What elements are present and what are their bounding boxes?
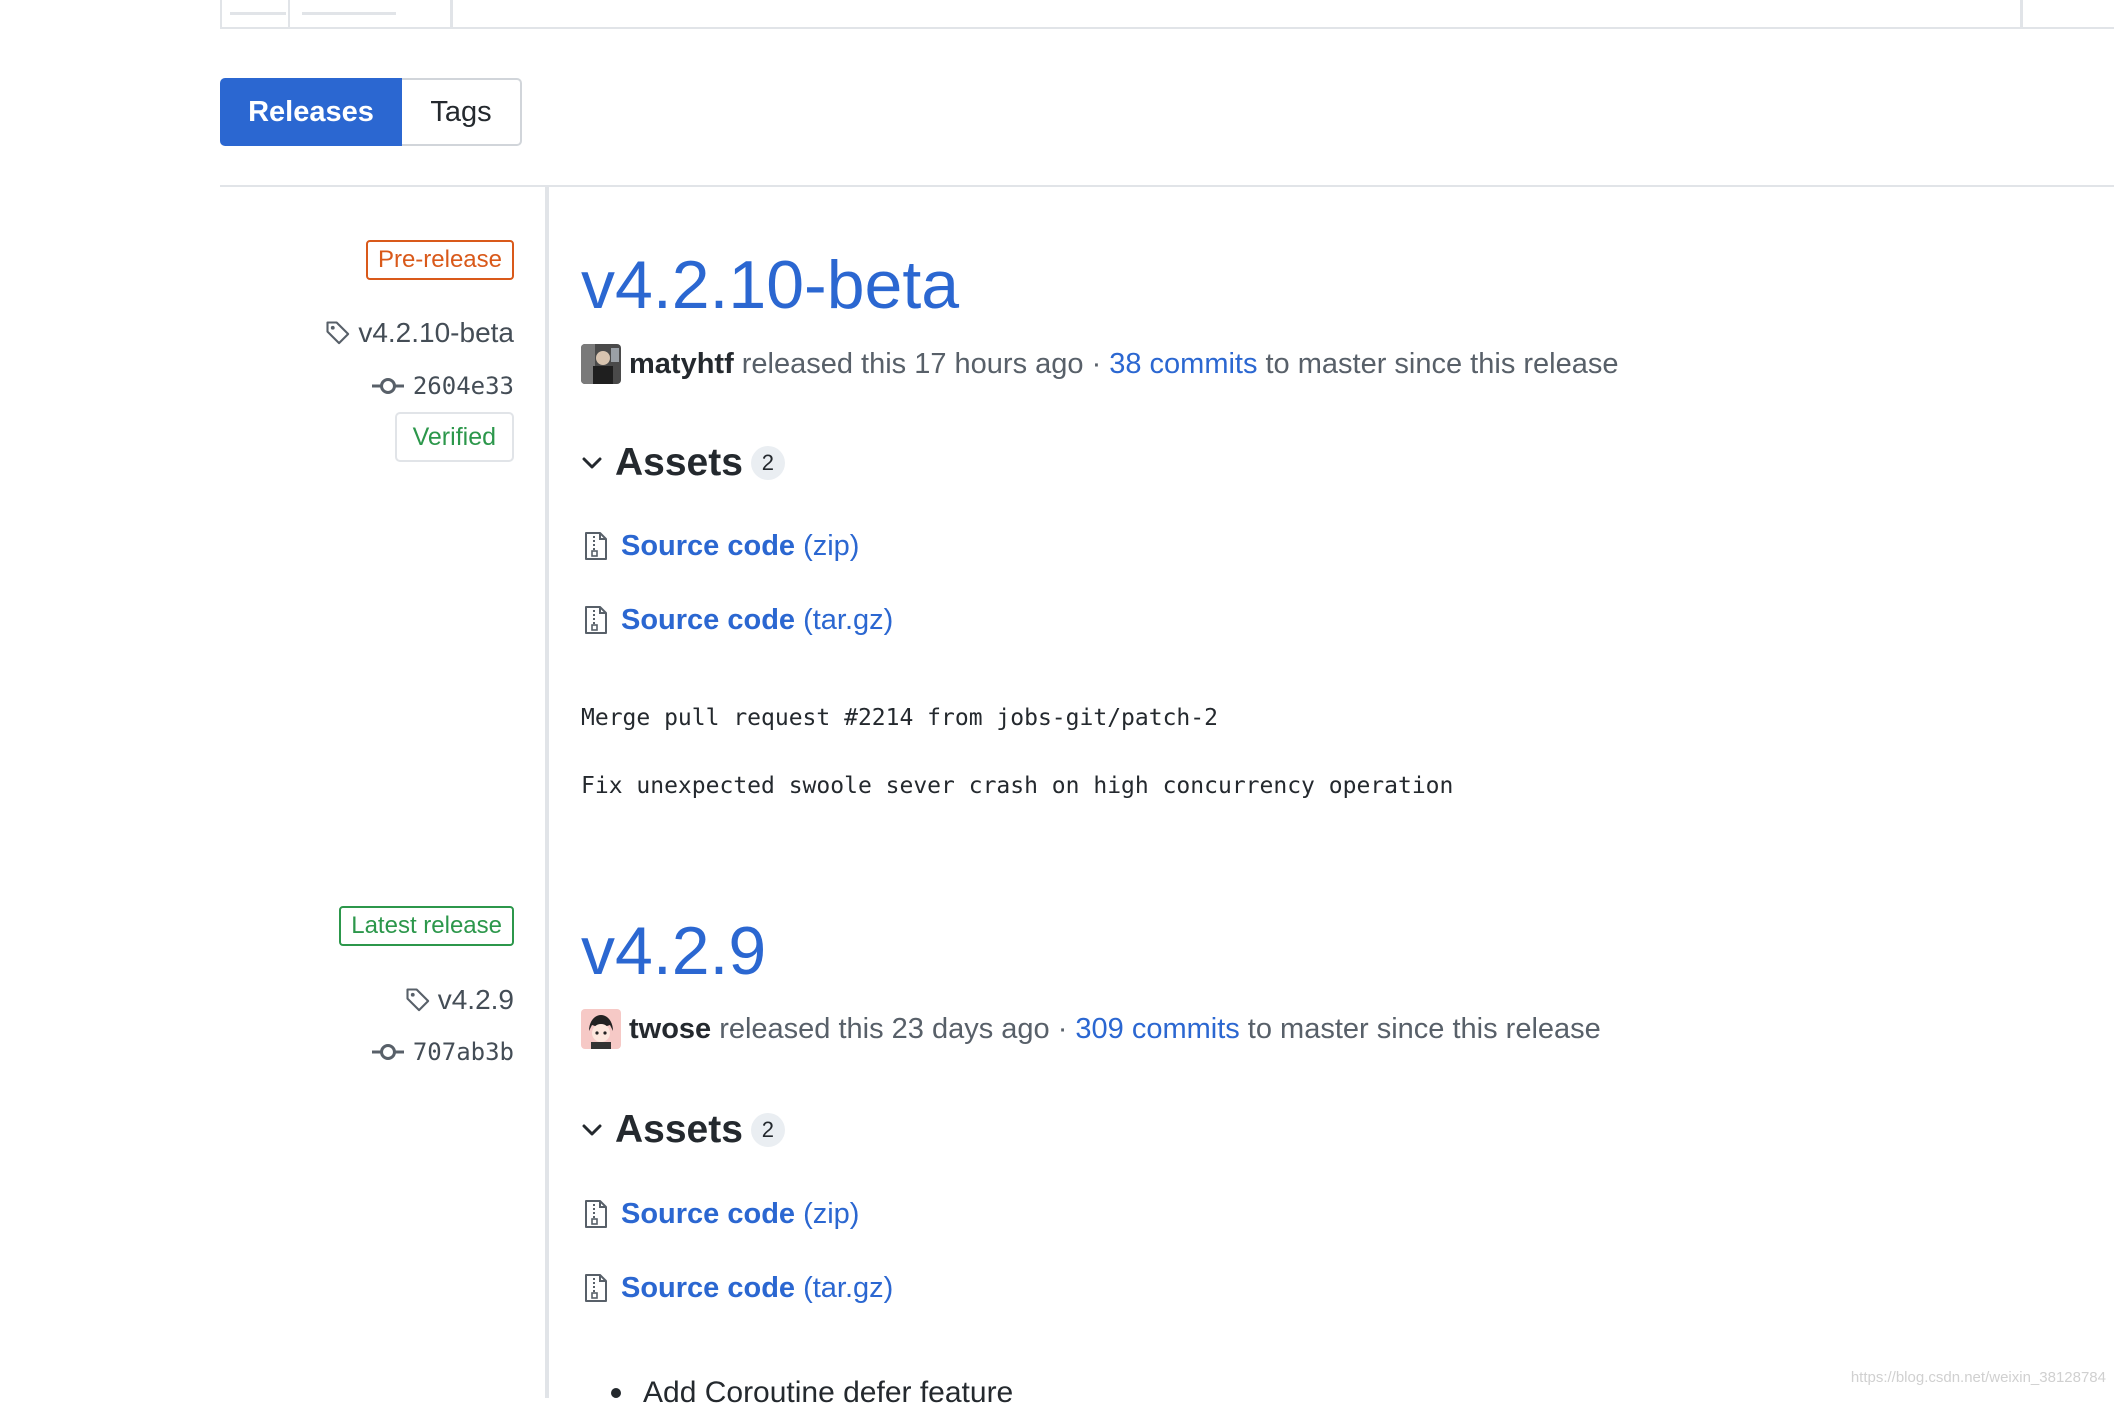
- tab-releases[interactable]: Releases: [220, 78, 402, 146]
- avatar[interactable]: [581, 344, 621, 384]
- avatar[interactable]: [581, 1009, 621, 1049]
- release-notes-bullet: Add Coroutine defer feature: [611, 1373, 1013, 1413]
- release-commit[interactable]: 707ab3b: [371, 1032, 514, 1072]
- chevron-down-icon: [581, 452, 603, 474]
- asset-ext: (zip): [803, 1197, 860, 1230]
- asset-source-targz[interactable]: Source code (tar.gz): [583, 602, 893, 638]
- asset-ext: (tar.gz): [803, 603, 894, 636]
- toolbar-divider: [450, 0, 453, 27]
- section-divider: [220, 185, 2114, 187]
- tag-icon: [322, 317, 354, 349]
- release-author[interactable]: twose: [629, 1013, 711, 1046]
- tag-name: v4.2.10-beta: [358, 317, 514, 348]
- commits-link[interactable]: 38 commits: [1109, 348, 1257, 381]
- toolbar-segment: [302, 12, 396, 15]
- pre-release-badge: Pre-release: [365, 240, 514, 280]
- release-notes-line: Fix unexpected swoole sever crash on hig…: [581, 773, 1454, 799]
- assets-toggle[interactable]: Assets 2: [581, 1107, 785, 1153]
- asset-ext: (zip): [803, 529, 860, 562]
- tab-tags[interactable]: Tags: [402, 78, 522, 146]
- file-zip-icon: [583, 1198, 609, 1230]
- watermark: https://blog.csdn.net/weixin_38128784: [1850, 1369, 2106, 1386]
- commits-link[interactable]: 309 commits: [1075, 1013, 1239, 1046]
- release-byline: twose released this 23 days ago · 309 co…: [581, 1008, 1601, 1050]
- asset-name: Source code: [621, 603, 796, 636]
- bullet-text: Add Coroutine defer feature: [643, 1376, 1014, 1409]
- tag-icon: [402, 984, 434, 1016]
- git-commit-icon: [371, 374, 405, 398]
- verified-wrap: Verified: [394, 412, 514, 462]
- bullet-dot: [611, 1388, 621, 1398]
- toolbar-segment: [230, 12, 286, 15]
- release-byline: matyhtf released this 17 hours ago · 38 …: [581, 343, 1618, 385]
- file-zip-icon: [583, 604, 609, 636]
- assets-heading: Assets: [615, 441, 743, 484]
- commit-sha: 707ab3b: [412, 1038, 514, 1066]
- verified-badge[interactable]: Verified: [394, 412, 514, 462]
- chevron-down-icon: [581, 1119, 603, 1141]
- asset-source-zip[interactable]: Source code (zip): [583, 528, 859, 564]
- timeline-divider: [545, 187, 549, 1398]
- release-notes-line: Merge pull request #2214 from jobs-git/p…: [581, 705, 1218, 731]
- toolbar-divider: [2020, 0, 2023, 29]
- asset-name: Source code: [621, 1197, 796, 1230]
- tag-name: v4.2.9: [437, 984, 514, 1015]
- release-tag[interactable]: v4.2.10-beta: [322, 313, 514, 353]
- released-text: released this 17 hours ago ·: [741, 347, 1102, 380]
- git-commit-icon: [371, 1040, 405, 1064]
- release-tag[interactable]: v4.2.9: [402, 980, 514, 1020]
- asset-name: Source code: [621, 1271, 796, 1304]
- file-zip-icon: [583, 1272, 609, 1304]
- asset-name: Source code: [621, 529, 796, 562]
- commits-suffix: to master since this release: [1247, 1012, 1601, 1045]
- asset-ext: (tar.gz): [803, 1271, 894, 1304]
- top-toolbar-remnant: [220, 0, 2114, 29]
- assets-heading: Assets: [615, 1108, 743, 1151]
- file-zip-icon: [583, 530, 609, 562]
- asset-source-targz[interactable]: Source code (tar.gz): [583, 1270, 893, 1306]
- assets-count: 2: [750, 446, 785, 480]
- release-tabs: Releases Tags: [220, 78, 522, 146]
- commit-sha: 2604e33: [412, 372, 514, 400]
- asset-source-zip[interactable]: Source code (zip): [583, 1196, 859, 1232]
- toolbar-divider: [288, 0, 290, 27]
- released-text: released this 23 days ago ·: [719, 1012, 1068, 1045]
- release-label: Latest release: [339, 906, 514, 946]
- release-label: Pre-release: [365, 240, 514, 280]
- release-title[interactable]: v4.2.9: [581, 917, 766, 985]
- assets-toggle[interactable]: Assets 2: [581, 440, 785, 486]
- assets-count: 2: [750, 1113, 785, 1147]
- commits-suffix: to master since this release: [1265, 347, 1619, 380]
- latest-release-badge: Latest release: [339, 906, 514, 946]
- release-author[interactable]: matyhtf: [629, 348, 734, 381]
- release-title[interactable]: v4.2.10-beta: [581, 251, 959, 319]
- release-commit[interactable]: 2604e33: [371, 366, 514, 406]
